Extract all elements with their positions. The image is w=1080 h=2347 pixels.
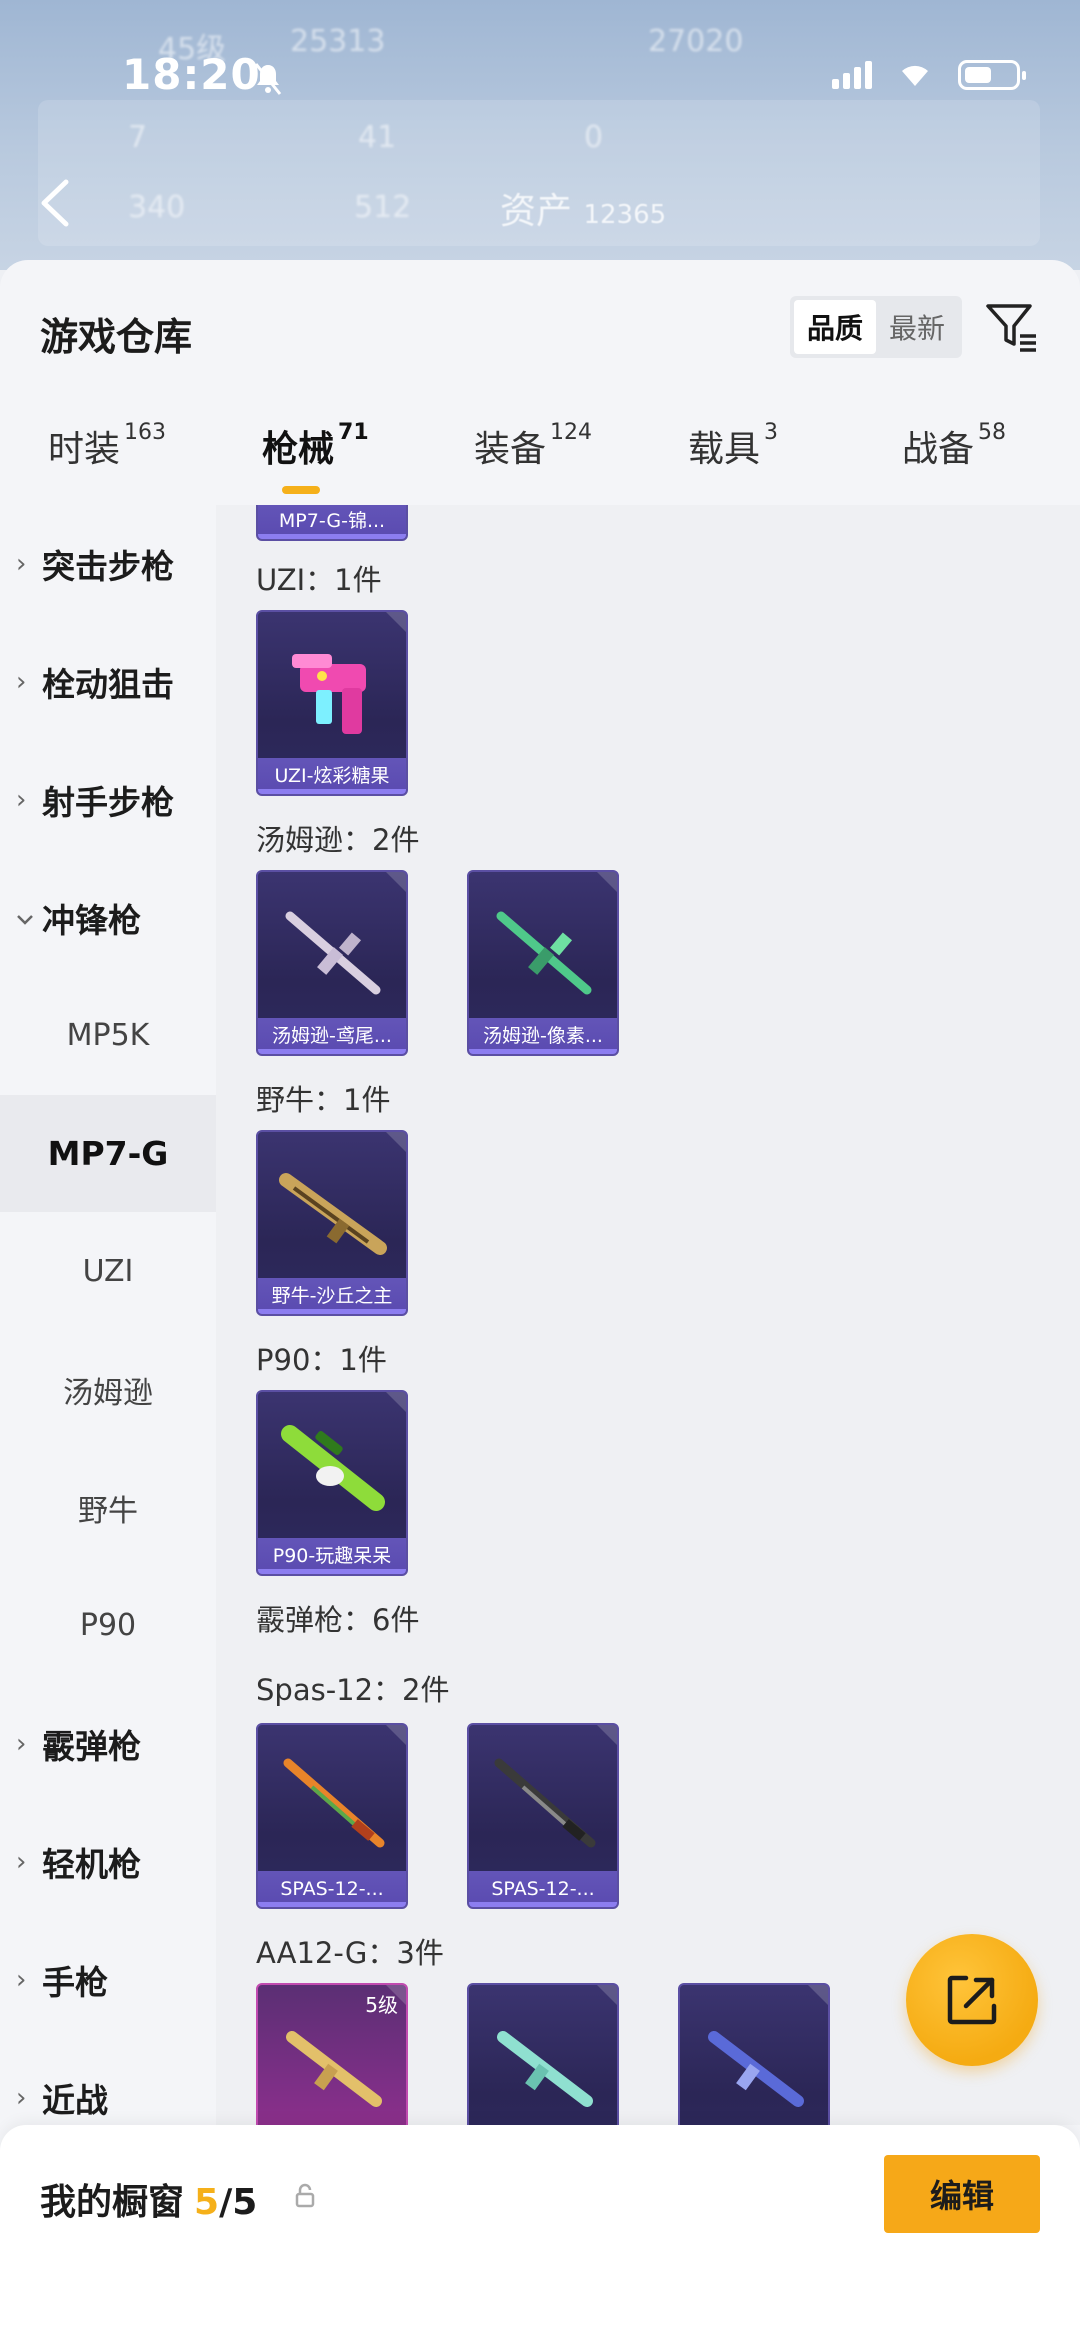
signal-icon bbox=[832, 61, 872, 89]
sort-latest-button[interactable]: 最新 bbox=[876, 300, 958, 354]
bizon-gun-icon bbox=[279, 1173, 387, 1255]
skin-card-aa12g-1[interactable]: 5级 bbox=[256, 1983, 408, 2125]
background-header: 45级 25313 27020 7 41 0 340 512 资产 12365 … bbox=[0, 0, 1080, 270]
filter-icon[interactable] bbox=[984, 300, 1038, 354]
bg-stat-2: 41 bbox=[358, 120, 397, 155]
bg-stat-4: 340 bbox=[128, 190, 186, 225]
skin-card-mp7g[interactable]: MP7-G-锦... bbox=[256, 505, 408, 541]
sidebar-item-p90[interactable]: P90 bbox=[0, 1567, 216, 1684]
sidebar-item-lmg[interactable]: › 轻机枪 bbox=[0, 1803, 216, 1920]
skin-card-uzi-candy[interactable]: UZI-炫彩糖果 bbox=[256, 610, 408, 796]
sidebar-item-assault-rifle[interactable]: › 突击步枪 bbox=[0, 505, 216, 622]
group-title-aa12g: AA12-G：3件 bbox=[256, 1936, 444, 1970]
spas12-gun-icon bbox=[283, 1758, 385, 1848]
aa12g-gun-icon bbox=[286, 2031, 382, 2107]
chevron-right-icon: › bbox=[16, 1728, 27, 1759]
group-title-uzi: UZI：1件 bbox=[256, 563, 382, 597]
chevron-down-icon bbox=[16, 903, 42, 933]
status-icons bbox=[832, 60, 1026, 90]
edit-button[interactable]: 编辑 bbox=[884, 2155, 1040, 2233]
group-title-shotgun: 霰弹枪：6件 bbox=[256, 1603, 420, 1637]
sidebar-item-uzi[interactable]: UZI bbox=[0, 1213, 216, 1330]
thompson-gun-icon bbox=[496, 911, 592, 995]
gun-category-sidebar: › 突击步枪 › 栓动狙击 › 射手步枪 冲锋枪 MP5K MP7-G UZI 汤姆逊… bbox=[0, 505, 216, 2125]
p90-gun-icon bbox=[281, 1425, 385, 1511]
mute-bell-icon bbox=[252, 62, 284, 104]
chevron-right-icon: › bbox=[16, 1964, 27, 1995]
skin-card-bizon-dune[interactable]: 野牛-沙丘之主 bbox=[256, 1130, 408, 1316]
sort-quality-button[interactable]: 品质 bbox=[794, 300, 876, 354]
sidebar-item-mp5k[interactable]: MP5K bbox=[0, 977, 216, 1094]
tab-fashion[interactable]: 时装 163 bbox=[48, 420, 166, 472]
group-title-spas12: Spas-12：2件 bbox=[256, 1673, 450, 1707]
tab-vehicles[interactable]: 载具 3 bbox=[688, 420, 778, 472]
skin-card-spas12-1[interactable]: SPAS-12-... bbox=[256, 1723, 408, 1909]
sidebar-item-bolt-sniper[interactable]: › 栓动狙击 bbox=[0, 623, 216, 740]
aa12g-gun-icon bbox=[708, 2031, 804, 2107]
showcase-count: 5 bbox=[194, 2182, 220, 2223]
chevron-right-icon: › bbox=[16, 666, 27, 697]
bg-stat-5: 512 bbox=[354, 190, 412, 225]
skin-card-spas12-2[interactable]: SPAS-12-... bbox=[467, 1723, 619, 1909]
chevron-right-icon: › bbox=[16, 784, 27, 815]
skin-card-thompson-pixel[interactable]: 汤姆逊-像素... bbox=[467, 870, 619, 1056]
sheet-title: 游戏仓库 bbox=[40, 315, 193, 359]
chevron-right-icon: › bbox=[16, 2082, 27, 2113]
bg-stat-3: 0 bbox=[584, 120, 604, 155]
showcase-bar: 我的橱窗 5/5 编辑 bbox=[0, 2125, 1080, 2347]
aa12g-gun-icon bbox=[497, 2031, 593, 2107]
wifi-icon bbox=[902, 65, 928, 86]
battery-icon bbox=[958, 60, 1026, 90]
group-title-bizon: 野牛：1件 bbox=[256, 1083, 391, 1117]
lock-icon[interactable] bbox=[294, 2183, 316, 2209]
category-tabs: 时装 163 枪械 71 装备 124 载具 3 战备 58 bbox=[0, 420, 1080, 500]
sidebar-item-thompson[interactable]: 汤姆逊 bbox=[0, 1331, 216, 1448]
skin-card-thompson-iris[interactable]: 汤姆逊-鸢尾... bbox=[256, 870, 408, 1056]
skin-card-p90-fun[interactable]: P90-玩趣呆呆 bbox=[256, 1390, 408, 1576]
sidebar-item-pistol[interactable]: › 手枪 bbox=[0, 1921, 216, 2038]
sidebar-item-mp7g[interactable]: MP7-G bbox=[0, 1095, 216, 1212]
chevron-right-icon: › bbox=[16, 1846, 27, 1877]
showcase-label: 我的橱窗 5/5 bbox=[40, 2182, 258, 2223]
sort-toggle: 品质 最新 bbox=[790, 296, 962, 358]
bg-stat-1: 7 bbox=[128, 120, 148, 155]
back-arrow-icon[interactable] bbox=[36, 178, 72, 228]
share-icon bbox=[947, 1975, 997, 2025]
group-title-p90: P90：1件 bbox=[256, 1343, 387, 1377]
sidebar-item-shotgun[interactable]: › 霰弹枪 bbox=[0, 1685, 216, 1802]
chevron-right-icon: › bbox=[16, 548, 27, 579]
sidebar-item-marksman[interactable]: › 射手步枪 bbox=[0, 741, 216, 858]
skin-card-aa12g-3[interactable] bbox=[678, 1983, 830, 2125]
tab-supplies[interactable]: 战备 58 bbox=[902, 420, 1006, 472]
gun-skin-list: MP7-G-锦... UZI：1件 UZI-炫彩糖果 汤姆逊：2件 汤姆逊-鸢尾… bbox=[216, 505, 1080, 2125]
thompson-gun-icon bbox=[285, 911, 381, 995]
uzi-gun-icon bbox=[292, 654, 366, 734]
spas12-gun-icon bbox=[494, 1758, 596, 1848]
sidebar-item-bizon[interactable]: 野牛 bbox=[0, 1449, 216, 1566]
status-time: 18:20 bbox=[122, 50, 261, 99]
showcase-total: /5 bbox=[219, 2182, 258, 2223]
assets-label: 资产 12365 bbox=[500, 191, 667, 232]
skin-card-aa12g-2[interactable] bbox=[467, 1983, 619, 2125]
bg-stat-score: 27020 bbox=[648, 24, 744, 59]
share-button[interactable] bbox=[906, 1934, 1038, 2066]
tab-guns[interactable]: 枪械 71 bbox=[262, 420, 369, 472]
tab-equipment[interactable]: 装备 124 bbox=[474, 420, 592, 472]
bg-stat-coins: 25313 bbox=[290, 24, 386, 59]
group-title-thompson: 汤姆逊：2件 bbox=[256, 823, 420, 857]
sidebar-item-smg[interactable]: 冲锋枪 bbox=[0, 859, 216, 976]
active-tab-indicator bbox=[282, 486, 320, 494]
